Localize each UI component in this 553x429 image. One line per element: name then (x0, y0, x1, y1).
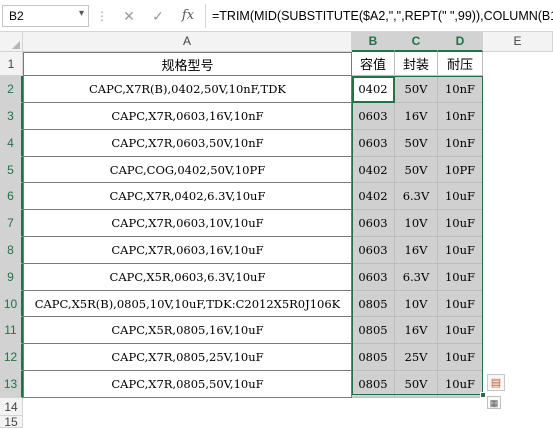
row-header-15[interactable]: 15 (0, 415, 23, 429)
cell-a4[interactable]: CAPC,X7R,0603,50V,10nF (23, 130, 352, 157)
cell-c6[interactable]: 6.3V (395, 183, 438, 210)
quick-analysis-icon[interactable]: ▤ (487, 374, 505, 391)
autofill-options-icon[interactable]: ▦ (487, 396, 501, 409)
cell-a7[interactable]: CAPC,X7R,0603,10V,10uF (23, 210, 352, 237)
row-header-14[interactable]: 14 (0, 398, 23, 416)
row-header-3[interactable]: 3 (0, 103, 23, 130)
formula-bar-divider (205, 4, 206, 28)
row-header-11[interactable]: 11 (0, 317, 23, 344)
cell-b5[interactable]: 0402 (352, 157, 395, 183)
cell-a6[interactable]: CAPC,X7R,0402,6.3V,10uF (23, 183, 352, 210)
name-box-value: B2 (9, 9, 24, 23)
cell-c12[interactable]: 25V (395, 344, 438, 371)
cell-c8[interactable]: 16V (395, 237, 438, 264)
cell-a2[interactable]: CAPC,X7R(B),0402,50V,10nF,TDK (23, 76, 352, 103)
cell-d6[interactable]: 10uF (438, 183, 483, 210)
cell-d5[interactable]: 10PF (438, 157, 483, 183)
cell-d2[interactable]: 10nF (438, 76, 483, 103)
cell-a1[interactable]: 规格型号 (23, 52, 352, 76)
column-header-d[interactable]: D (438, 32, 483, 52)
cell-c2[interactable]: 50V (395, 76, 438, 103)
cell-c3[interactable]: 16V (395, 103, 438, 130)
cell-d13[interactable]: 10uF (438, 371, 483, 398)
cell-c10[interactable]: 10V (395, 291, 438, 317)
cell-a3[interactable]: CAPC,X7R,0603,16V,10nF (23, 103, 352, 130)
cell-a13[interactable]: CAPC,X7R,0805,50V,10uF (23, 371, 352, 398)
row-header-1[interactable]: 1 (0, 52, 23, 76)
formula-bar: B2 ▾ ⋮ ✕ ✓ fx =TRIM(MID(SUBSTITUTE($A2,"… (0, 0, 553, 32)
cell-c13[interactable]: 50V (395, 371, 438, 398)
formula-input[interactable]: =TRIM(MID(SUBSTITUTE($A2,",",REPT(" ",99… (208, 6, 553, 26)
cell-b11[interactable]: 0805 (352, 317, 395, 344)
name-box[interactable]: B2 ▾ (2, 5, 89, 27)
chevron-down-icon[interactable]: ▾ (79, 8, 84, 19)
cell-c9[interactable]: 6.3V (395, 264, 438, 291)
cell-d12[interactable]: 10uF (438, 344, 483, 371)
fill-handle[interactable] (480, 392, 486, 398)
cell-b8[interactable]: 0603 (352, 237, 395, 264)
cell-a9[interactable]: CAPC,X5R,0603,6.3V,10uF (23, 264, 352, 291)
row-header-8[interactable]: 8 (0, 237, 23, 264)
cell-b3[interactable]: 0603 (352, 103, 395, 130)
cell-d9[interactable]: 10uF (438, 264, 483, 291)
row-header-2[interactable]: 2 (0, 76, 23, 103)
cell-b9[interactable]: 0603 (352, 264, 395, 291)
column-header-c[interactable]: C (395, 32, 438, 52)
cell-b1[interactable]: 容值 (352, 52, 395, 76)
cell-d7[interactable]: 10uF (438, 210, 483, 237)
cell-a8[interactable]: CAPC,X7R,0603,16V,10uF (23, 237, 352, 264)
column-header-e[interactable]: E (483, 32, 553, 52)
cell-d1[interactable]: 耐压 (438, 52, 483, 76)
cell-d3[interactable]: 10nF (438, 103, 483, 130)
cell-d8[interactable]: 10uF (438, 237, 483, 264)
cancel-icon[interactable]: ✕ (118, 6, 140, 26)
row-header-4[interactable]: 4 (0, 130, 23, 157)
cell-c7[interactable]: 10V (395, 210, 438, 237)
row-header-9[interactable]: 9 (0, 264, 23, 291)
cell-c1[interactable]: 封装 (395, 52, 438, 76)
cell-d10[interactable]: 10uF (438, 291, 483, 317)
column-header-b[interactable]: B (352, 32, 395, 52)
cell-b6[interactable]: 0402 (352, 183, 395, 210)
cell-c4[interactable]: 50V (395, 130, 438, 157)
cell-c11[interactable]: 16V (395, 317, 438, 344)
cell-d11[interactable]: 10uF (438, 317, 483, 344)
cell-b10[interactable]: 0805 (352, 291, 395, 317)
cell-c5[interactable]: 50V (395, 157, 438, 183)
cell-d4[interactable]: 10nF (438, 130, 483, 157)
row-header-6[interactable]: 6 (0, 183, 23, 210)
cell-b4[interactable]: 0603 (352, 130, 395, 157)
row-header-10[interactable]: 10 (0, 291, 23, 317)
more-icon: ⋮ (96, 9, 108, 23)
cell-b7[interactable]: 0603 (352, 210, 395, 237)
row-header-12[interactable]: 12 (0, 344, 23, 371)
cell-a5[interactable]: CAPC,COG,0402,50V,10PF (23, 157, 352, 183)
cell-a10[interactable]: CAPC,X5R(B),0805,10V,10uF,TDK:C2012X5R0J… (23, 291, 352, 317)
insert-function-icon[interactable]: fx (177, 6, 199, 26)
column-header-a[interactable]: A (23, 32, 352, 52)
cell-b12[interactable]: 0805 (352, 344, 395, 371)
select-all-corner[interactable] (0, 32, 23, 52)
cell-b13[interactable]: 0805 (352, 371, 395, 398)
row-header-7[interactable]: 7 (0, 210, 23, 237)
confirm-icon[interactable]: ✓ (147, 6, 169, 26)
cell-a11[interactable]: CAPC,X5R,0805,16V,10uF (23, 317, 352, 344)
row-header-13[interactable]: 13 (0, 371, 23, 398)
cell-a12[interactable]: CAPC,X7R,0805,25V,10uF (23, 344, 352, 371)
cell-b2[interactable]: 0402 (352, 76, 395, 103)
row-header-5[interactable]: 5 (0, 157, 23, 183)
